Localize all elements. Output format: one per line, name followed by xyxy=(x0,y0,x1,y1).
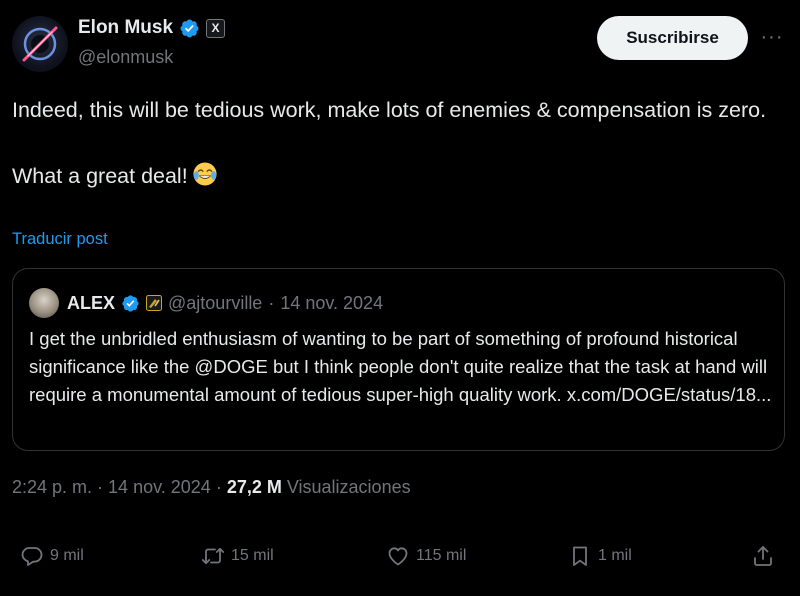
bookmark-count: 1 mil xyxy=(598,547,632,564)
quoted-author-name: ALEX xyxy=(67,292,116,313)
heart-icon xyxy=(388,547,408,566)
x-affiliate-icon[interactable]: X xyxy=(206,18,226,38)
quoted-author-avatar xyxy=(29,288,59,318)
verified-badge-icon[interactable] xyxy=(179,18,200,39)
post-text-line: What a great deal! xyxy=(12,160,787,193)
quoted-separator: · xyxy=(268,292,275,313)
reply-icon xyxy=(21,547,43,566)
author-avatar-image xyxy=(22,26,58,62)
like-count: 115 mil xyxy=(416,547,467,564)
bookmark-icon xyxy=(573,546,587,566)
quoted-post-date: 14 nov. 2024 xyxy=(280,292,384,313)
face-with-tears-of-joy-icon xyxy=(193,162,217,186)
author-handle[interactable]: @elonmusk xyxy=(78,47,173,68)
views-label: Visualizaciones xyxy=(286,477,411,497)
views-count: 27,2 M xyxy=(226,477,282,497)
post-text-fragment: What a great deal! xyxy=(12,164,188,188)
translate-post-link[interactable]: Traducir post xyxy=(12,230,108,249)
repost-icon xyxy=(201,547,225,565)
affiliate-flag-icon xyxy=(146,295,163,311)
quoted-post-card[interactable]: ALEX @ajtourville · 14 nov. 2024 I get t… xyxy=(12,268,785,451)
post-date[interactable]: 14 nov. 2024 xyxy=(108,477,211,498)
repost-count: 15 mil xyxy=(231,547,274,564)
author-name-row: Elon Musk X xyxy=(78,17,226,39)
author-avatar[interactable] xyxy=(12,16,68,72)
share-icon xyxy=(754,546,772,566)
post-time[interactable]: 2:24 p. m. xyxy=(12,477,92,498)
post-meta: 2:24 p. m. · 14 nov. 2024 · 27,2 M Visua… xyxy=(12,477,411,498)
more-options-icon[interactable]: ··· xyxy=(758,25,786,49)
meta-separator: · xyxy=(215,477,222,497)
subscribe-button[interactable]: Suscribirse xyxy=(597,16,748,60)
reply-button[interactable]: 9 mil xyxy=(20,540,84,572)
author-name[interactable]: Elon Musk xyxy=(78,17,173,39)
reply-count: 9 mil xyxy=(50,547,84,564)
quoted-author-handle: @ajtourville xyxy=(168,292,263,313)
post-text: Indeed, this will be tedious work, make … xyxy=(12,94,787,193)
post-text-line: Indeed, this will be tedious work, make … xyxy=(12,98,767,122)
repost-button[interactable]: 15 mil xyxy=(201,540,274,572)
like-button[interactable]: 115 mil xyxy=(386,540,466,572)
meta-separator: · xyxy=(97,477,104,497)
quoted-post-header: ALEX @ajtourville · 14 nov. 2024 xyxy=(29,288,383,318)
quoted-verified-badge-icon xyxy=(121,294,140,313)
bookmark-button[interactable]: 1 mil xyxy=(568,540,632,572)
share-button[interactable] xyxy=(751,540,775,572)
quoted-post-text: I get the unbridled enthusiasm of wantin… xyxy=(29,328,772,405)
